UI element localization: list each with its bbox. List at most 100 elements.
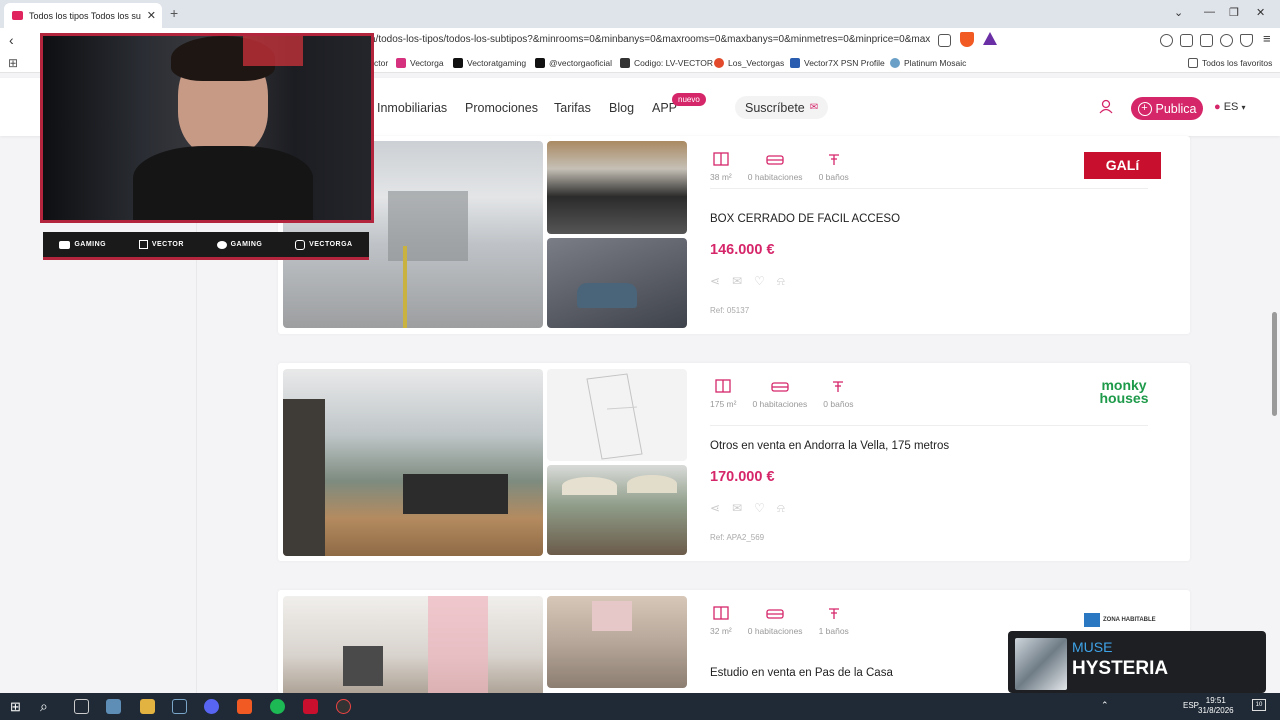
task-view-icon[interactable] [74, 699, 89, 714]
extensions-icon[interactable] [1160, 34, 1173, 47]
nav-inmobiliarias[interactable]: Inmobiliarias [377, 101, 447, 115]
bookmark[interactable]: Codigo: LV-VECTOR [620, 58, 713, 68]
listing-photo[interactable] [547, 238, 687, 328]
app-icon[interactable] [106, 699, 121, 714]
windows-start-icon[interactable]: ⊞ [10, 699, 21, 715]
webcam-overlay [40, 33, 374, 223]
listing-card[interactable]: 38 m² 0 habitaciones 0 baños GALí BOX CE… [278, 136, 1190, 334]
file-explorer-icon[interactable] [140, 699, 155, 714]
baths-value: 0 baños [818, 172, 849, 182]
listing-stats: 38 m² 0 habitaciones 0 baños [710, 152, 849, 182]
bookmark[interactable]: ctor [374, 58, 388, 68]
notifications-icon[interactable]: 10 [1252, 699, 1266, 711]
nav-promociones[interactable]: Promociones [465, 101, 538, 115]
all-bookmarks[interactable]: Todos los favoritos [1188, 58, 1272, 68]
floorplan-photo[interactable] [547, 369, 687, 461]
agency-logo[interactable]: monky houses [1084, 377, 1164, 407]
restore-icon[interactable]: ❐ [1229, 6, 1239, 19]
language-selector[interactable]: ● ES ▾ [1214, 101, 1245, 113]
now-playing-widget: MUSE HYSTERIA [1008, 631, 1266, 693]
share-icon[interactable]: ⋖ [710, 274, 720, 289]
cube-icon [1084, 613, 1100, 627]
shower-icon [828, 154, 839, 165]
nav-tarifas[interactable]: Tarifas [554, 101, 591, 115]
spotify-icon[interactable] [270, 699, 285, 714]
user-icon[interactable] [1099, 99, 1113, 114]
new-badge: nuevo [672, 93, 706, 106]
heart-icon[interactable]: ♡ [754, 501, 765, 516]
bookmark[interactable]: Platinum Mosaic [890, 58, 966, 68]
scrollbar-thumb[interactable] [1272, 312, 1277, 416]
listing-main-photo[interactable] [283, 596, 543, 693]
baths-value: 0 baños [823, 399, 854, 409]
download-icon[interactable] [1220, 34, 1233, 47]
obs-icon[interactable] [336, 699, 351, 714]
taskbar-clock[interactable]: 19:51 31/8/2026 [1198, 696, 1234, 716]
bell-icon[interactable]: ⍾ [777, 501, 785, 516]
share-icon[interactable]: ⋖ [710, 501, 720, 516]
listing-title[interactable]: Otros en venta en Andorra la Vella, 175 … [710, 440, 949, 452]
listing-actions: ⋖ ✉ ♡ ⍾ [710, 274, 785, 289]
listing-main-photo[interactable] [283, 369, 543, 556]
listing-card[interactable]: 175 m² 0 habitaciones 0 baños monky hous… [278, 363, 1190, 561]
back-icon[interactable]: ‹ [9, 32, 14, 48]
bookmark[interactable]: Los_Vectorgas [714, 58, 784, 68]
bookmark[interactable]: Vectorga [396, 58, 444, 68]
publish-button[interactable]: + Publica [1131, 97, 1203, 120]
brave-shield-icon[interactable] [960, 32, 974, 47]
browser-tab[interactable]: Todos los tipos Todos los subtip ✕ [4, 3, 162, 28]
mail-icon[interactable]: ✉ [732, 501, 742, 516]
psn-icon [790, 58, 800, 68]
tab-title: Todos los tipos Todos los subtip [29, 10, 141, 21]
close-window-icon[interactable]: ✕ [1256, 6, 1265, 19]
windows-taskbar: ⊞ ⌕ ⌃ ESP 19:51 31/8/2026 10 [0, 693, 1280, 720]
listing-photo[interactable] [547, 141, 687, 234]
nav-blog[interactable]: Blog [609, 101, 634, 115]
input-language[interactable]: ESP [1183, 701, 1199, 710]
bed-icon [771, 382, 789, 392]
heart-icon[interactable]: ♡ [754, 274, 765, 289]
bookmark[interactable]: @vectorgaoficial [535, 58, 612, 68]
bookmark[interactable]: Vectoratgaming [453, 58, 526, 68]
minimize-icon[interactable]: — [1204, 6, 1215, 18]
wallet-icon[interactable] [1200, 34, 1213, 47]
instagram-icon [295, 239, 306, 250]
listing-ref: Ref: APA2_569 [710, 533, 765, 542]
agency-logo[interactable]: GALí [1084, 152, 1161, 179]
streamer-shirt [133, 146, 313, 220]
listing-stats: 175 m² 0 habitaciones 0 baños [710, 379, 854, 409]
tray-arrow-icon[interactable]: ⌃ [1101, 700, 1109, 711]
tab-search-icon[interactable]: ⌄ [1174, 6, 1183, 19]
brave-rewards-icon[interactable] [983, 32, 997, 45]
sidebar-icon[interactable] [1180, 34, 1193, 47]
cast-icon[interactable] [938, 34, 951, 47]
area-value: 32 m² [710, 626, 732, 636]
listing-title[interactable]: BOX CERRADO DE FACIL ACCESO [710, 213, 900, 225]
brave-icon[interactable] [237, 699, 252, 714]
subscribe-button[interactable]: Suscríbete ✉ [735, 96, 829, 119]
menu-icon[interactable]: ≡ [1263, 31, 1271, 46]
globe-icon: ● [1214, 101, 1221, 113]
listing-photo[interactable] [547, 465, 687, 555]
listing-photo[interactable] [547, 596, 687, 688]
new-tab-icon[interactable]: + [170, 5, 178, 21]
steam-icon[interactable] [172, 699, 187, 714]
close-tab-icon[interactable]: ✕ [147, 9, 156, 22]
listing-title[interactable]: Estudio en venta en Pas de la Casa [710, 667, 893, 679]
x-icon [453, 58, 463, 68]
bell-icon[interactable]: ⍾ [777, 274, 785, 289]
vpn-icon[interactable] [1240, 34, 1253, 47]
mail-icon[interactable]: ✉ [732, 274, 742, 289]
tiktok-icon [535, 58, 545, 68]
listing-actions: ⋖ ✉ ♡ ⍾ [710, 501, 785, 516]
discord-icon[interactable] [204, 699, 219, 714]
folder-icon [1188, 58, 1198, 68]
apps-icon[interactable]: ⊞ [8, 56, 18, 70]
acrobat-icon[interactable] [303, 699, 318, 714]
search-icon[interactable]: ⌕ [40, 698, 48, 715]
bookmark[interactable]: Vector7X PSN Profile [790, 58, 885, 68]
url-input[interactable]: a/todos-los-tipos/todos-los-subtipos?&mi… [370, 34, 930, 45]
youtube-icon [59, 240, 71, 249]
rooms-value: 0 habitaciones [752, 399, 808, 409]
agency-logo[interactable]: ZONA HABITABLE [1084, 612, 1164, 628]
